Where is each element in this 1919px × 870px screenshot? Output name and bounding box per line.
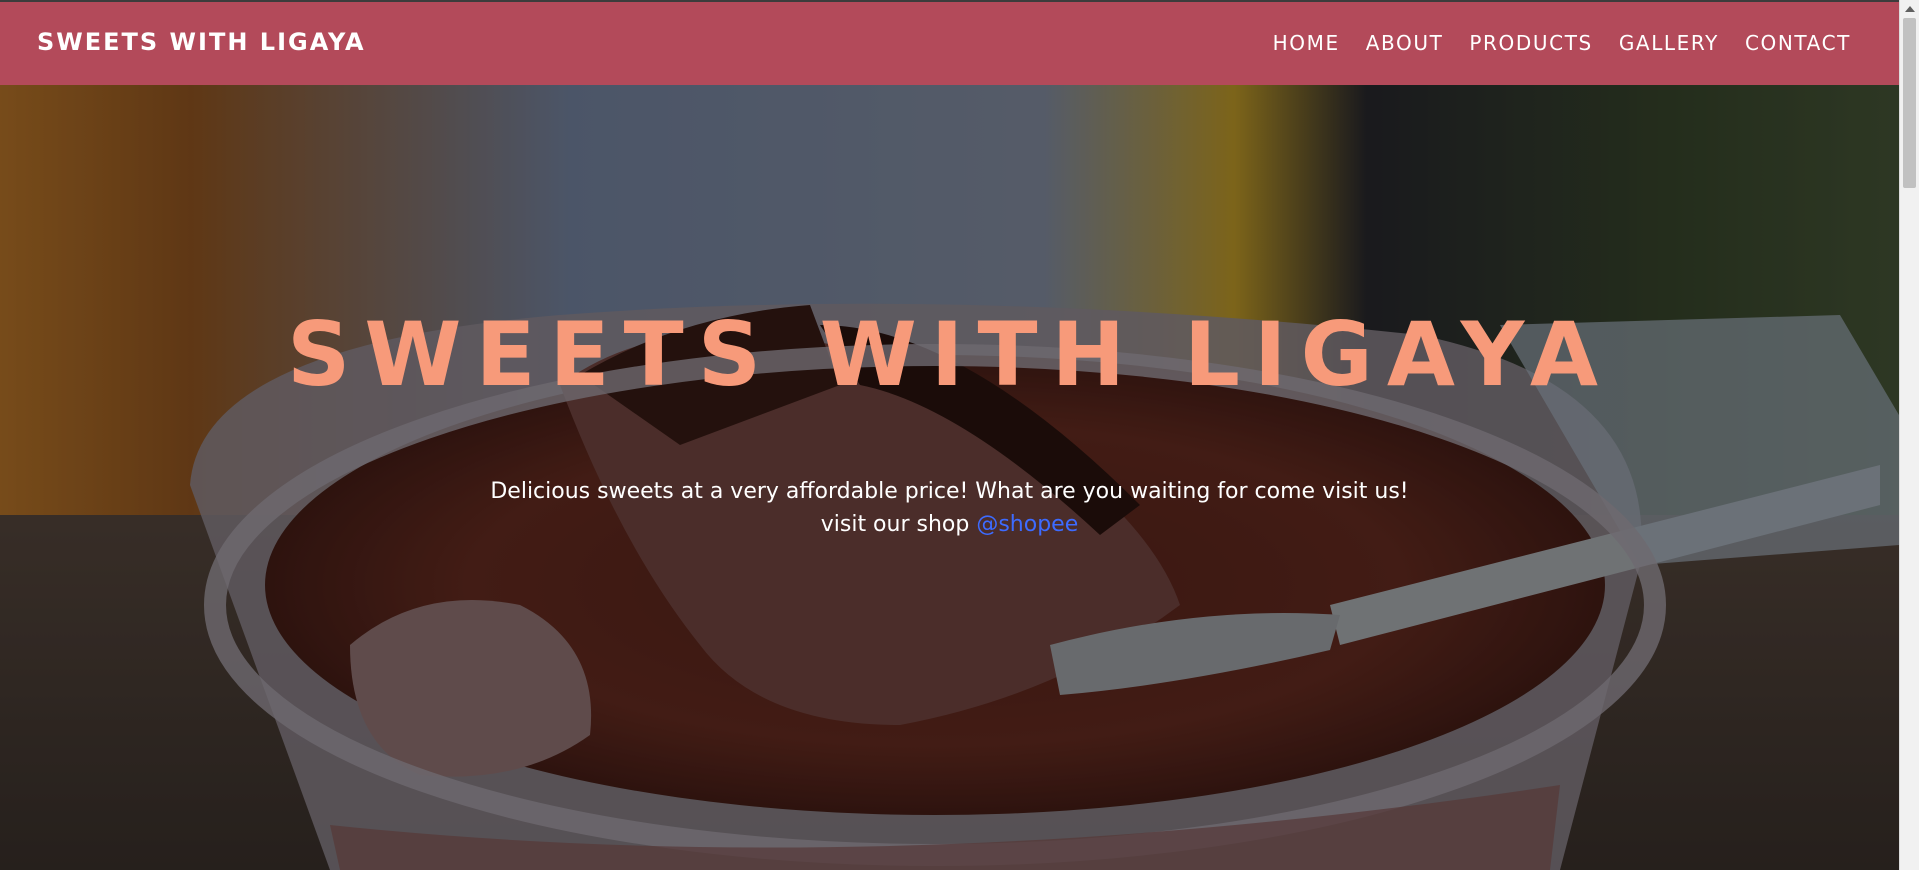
hero-section: SWEETS WITH LIGAYA Delicious sweets at a… [0, 85, 1899, 870]
brand-logo[interactable]: SWEETS WITH LIGAYA [37, 28, 366, 56]
navbar: SWEETS WITH LIGAYA HOME ABOUT PRODUCTS G… [0, 2, 1899, 85]
shop-prefix-text: visit our shop [820, 512, 970, 537]
hero-title: SWEETS WITH LIGAYA [287, 303, 1612, 406]
nav-link-contact[interactable]: CONTACT [1745, 31, 1851, 55]
scroll-up-arrow-icon[interactable] [1905, 6, 1915, 12]
shopee-link[interactable]: @shopee [976, 512, 1078, 537]
hero-content: SWEETS WITH LIGAYA Delicious sweets at a… [0, 85, 1899, 870]
browser-top-edge [0, 0, 1919, 2]
hero-shop-line: visit our shop @shopee [0, 508, 1899, 541]
nav-link-about[interactable]: ABOUT [1366, 31, 1444, 55]
nav-link-products[interactable]: PRODUCTS [1469, 31, 1592, 55]
nav-links: HOME ABOUT PRODUCTS GALLERY CONTACT [1247, 31, 1851, 55]
vertical-scrollbar[interactable] [1899, 0, 1919, 870]
page: SWEETS WITH LIGAYA HOME ABOUT PRODUCTS G… [0, 0, 1919, 870]
scrollbar-thumb[interactable] [1903, 18, 1916, 188]
hero-description: Delicious sweets at a very affordable pr… [0, 475, 1899, 541]
hero-tagline: Delicious sweets at a very affordable pr… [490, 479, 1409, 504]
nav-link-home[interactable]: HOME [1273, 31, 1340, 55]
nav-link-gallery[interactable]: GALLERY [1619, 31, 1719, 55]
